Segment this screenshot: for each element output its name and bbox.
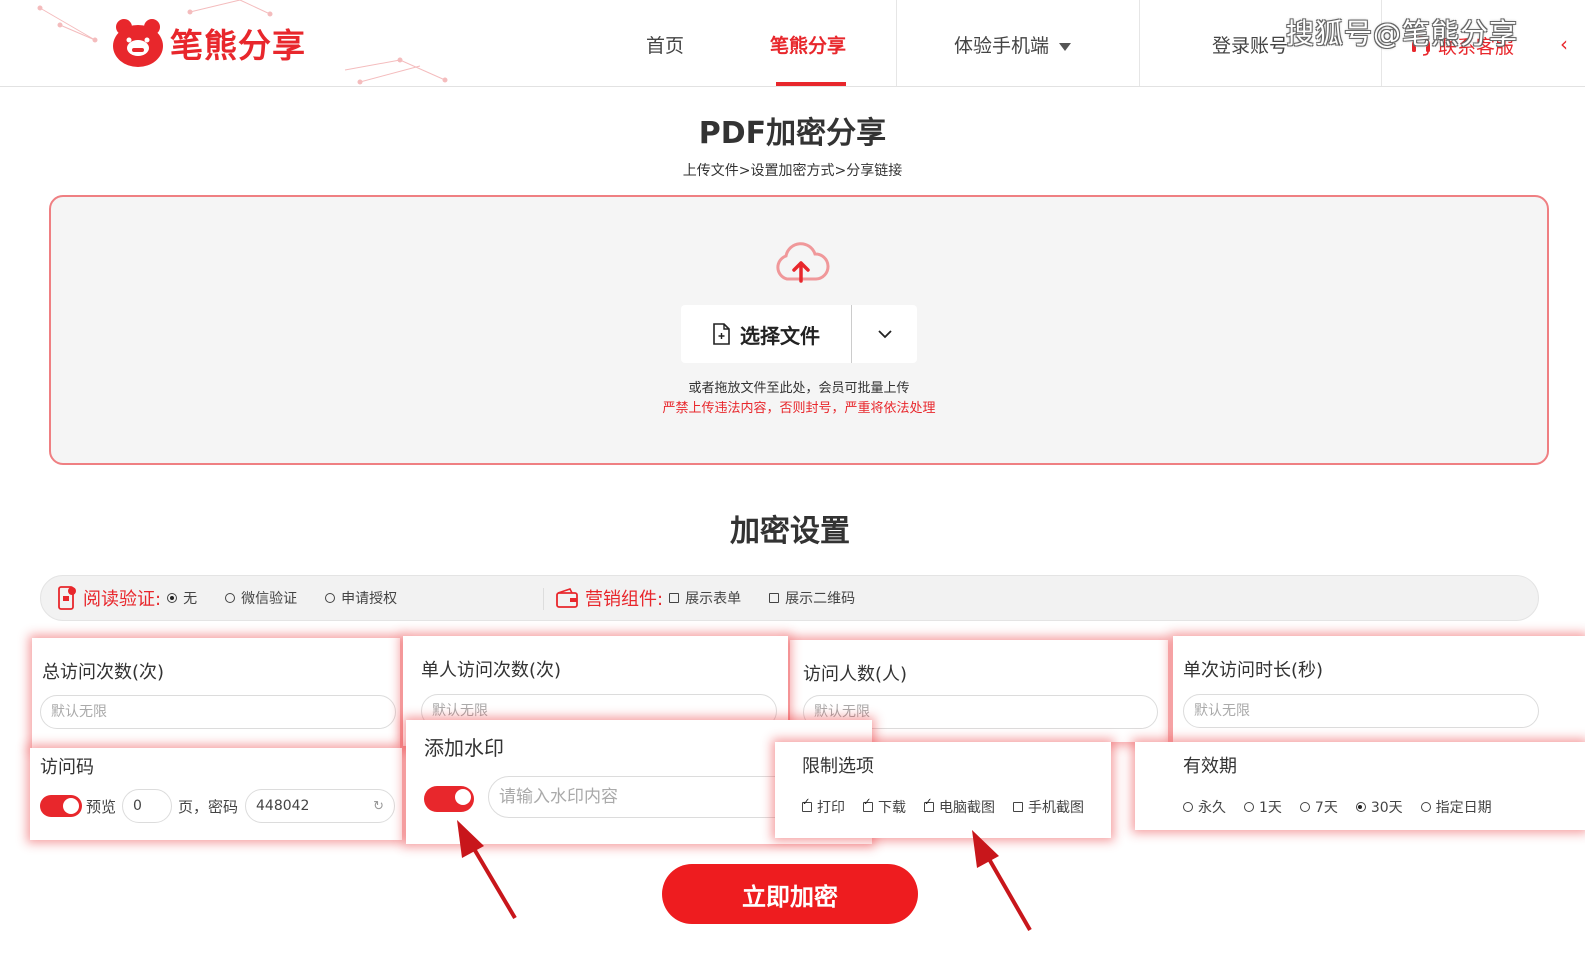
access-code-card: 访问码 预览 0 页， 密码 448042 ↻: [30, 748, 402, 840]
validity-7day-label[interactable]: 7天: [1315, 797, 1338, 817]
validity-forever-label[interactable]: 永久: [1198, 797, 1226, 817]
restrict-mobile-screenshot-label[interactable]: 手机截图: [1028, 797, 1084, 817]
wallet-icon: [556, 588, 578, 608]
upload-hint: 或者拖放文件至此处，会员可批量上传: [688, 381, 910, 396]
validity-1day-label[interactable]: 1天: [1259, 797, 1282, 817]
show-qrcode-label[interactable]: 展示二维码: [785, 588, 855, 608]
select-file-button-group: 选择文件: [681, 305, 917, 363]
upload-source-dropdown[interactable]: [852, 305, 917, 363]
select-file-label: 选择文件: [740, 323, 820, 348]
verify-options-bar: 阅读验证: 无 微信验证 申请授权 营销组件: 展示表单 展示二维码: [40, 575, 1539, 621]
chevron-left-icon[interactable]: ‹: [1560, 32, 1568, 56]
restrict-mobile-screenshot-checkbox[interactable]: [1013, 802, 1023, 812]
validity-30day-label[interactable]: 30天: [1371, 797, 1403, 817]
validity-30day-radio[interactable]: [1355, 802, 1366, 812]
restrict-download-checkbox[interactable]: [863, 797, 873, 812]
password-value: 448042: [256, 798, 310, 814]
validity-forever-radio[interactable]: [1183, 802, 1193, 812]
restrictions-label: 限制选项: [802, 756, 874, 777]
preview-pages-input[interactable]: 0: [122, 789, 172, 823]
verify-none-radio[interactable]: [167, 593, 178, 603]
nav-divider: [896, 0, 897, 86]
validity-label: 有效期: [1183, 756, 1237, 777]
page-title: PDF加密分享: [698, 116, 887, 151]
active-nav-indicator: [776, 82, 846, 86]
restrict-pc-screenshot-checkbox[interactable]: [924, 797, 934, 812]
upload-dropzone[interactable]: 选择文件 或者拖放文件至此处，会员可批量上传 严禁上传违法内容，否则封号，严重将…: [49, 195, 1549, 465]
validity-custom-date-radio[interactable]: [1420, 802, 1431, 812]
verify-authorize-radio[interactable]: [325, 593, 336, 603]
validity-custom-date-label[interactable]: 指定日期: [1436, 797, 1492, 817]
nav-bixiong-share[interactable]: 笔熊分享: [770, 31, 846, 58]
show-form-checkbox[interactable]: [669, 593, 680, 603]
duration-card: 单次访问时长(秒): [1173, 636, 1585, 742]
validity-card: 有效期 永久 1天 7天 30天 指定日期: [1135, 742, 1585, 830]
file-add-icon: [713, 323, 730, 345]
site-logo[interactable]: 笔熊分享: [112, 18, 306, 68]
visitors-label: 访问人数(人): [803, 664, 908, 685]
password-input[interactable]: 448042 ↻: [245, 789, 395, 823]
read-verify-label: 阅读验证:: [83, 589, 162, 610]
show-qrcode-checkbox[interactable]: [769, 593, 780, 603]
total-visits-label: 总访问次数(次): [42, 662, 165, 683]
restrict-print-checkbox[interactable]: [802, 797, 812, 812]
duration-label: 单次访问时长(秒): [1183, 660, 1324, 681]
validity-7day-radio[interactable]: [1299, 802, 1310, 812]
validity-options: 永久 1天 7天 30天 指定日期: [1183, 797, 1492, 817]
bear-logo-icon: [113, 19, 163, 67]
watermark-label: 添加水印: [424, 736, 504, 760]
verify-authorize-label[interactable]: 申请授权: [341, 588, 397, 608]
select-file-button[interactable]: 选择文件: [681, 305, 851, 363]
top-header: 笔熊分享 首页 笔熊分享 体验手机端 登录账号 联系客服 ‹ 搜狐号@笔熊分享: [0, 0, 1585, 87]
nav-mobile-label: 体验手机端: [954, 35, 1050, 57]
show-form-label[interactable]: 展示表单: [685, 588, 741, 608]
restrictions-options: 打印 下载 电脑截图 手机截图: [802, 797, 1084, 817]
preview-toggle[interactable]: [40, 795, 82, 817]
verify-none-label[interactable]: 无: [183, 588, 197, 608]
marketing-label: 营销组件:: [585, 589, 664, 610]
restrict-print-label[interactable]: 打印: [817, 797, 845, 817]
bar-divider: [543, 588, 544, 610]
password-label: 密码: [208, 798, 239, 816]
source-watermark: 搜狐号@笔熊分享: [1286, 17, 1519, 50]
logo-text: 笔熊分享: [170, 26, 306, 65]
encrypt-now-button[interactable]: 立即加密: [662, 864, 918, 924]
page-unit-label: 页，: [178, 798, 209, 816]
nav-mobile-dropdown[interactable]: 体验手机端: [954, 31, 1072, 58]
restrict-pc-screenshot-label[interactable]: 电脑截图: [939, 797, 995, 817]
restrict-download-label[interactable]: 下载: [878, 797, 906, 817]
watermark-toggle[interactable]: [424, 786, 474, 812]
total-visits-input[interactable]: [40, 695, 396, 729]
per-user-visits-label: 单人访问次数(次): [421, 660, 562, 681]
restrictions-card: 限制选项 打印 下载 电脑截图 手机截图: [775, 742, 1111, 838]
refresh-icon[interactable]: ↻: [373, 799, 384, 814]
marketing-group: 营销组件: 展示表单 展示二维码: [555, 585, 855, 611]
step-breadcrumb: 上传文件>设置加密方式>分享链接: [682, 163, 903, 179]
duration-input[interactable]: [1183, 694, 1539, 728]
nav-divider: [1139, 0, 1140, 86]
nav-home[interactable]: 首页: [646, 31, 684, 58]
chevron-down-icon: [877, 330, 892, 339]
settings-title: 加密设置: [730, 514, 850, 549]
validity-1day-radio[interactable]: [1244, 802, 1254, 812]
phone-lock-icon: [58, 586, 76, 610]
caret-down-icon: [1059, 42, 1072, 51]
cloud-upload-icon: [776, 242, 830, 283]
preview-label: 预览: [86, 798, 117, 816]
verify-wechat-label[interactable]: 微信验证: [241, 588, 297, 608]
upload-warning: 严禁上传违法内容，否则封号，严重将依法处理: [662, 401, 936, 416]
access-code-label: 访问码: [40, 757, 94, 778]
total-visits-card: 总访问次数(次): [32, 638, 400, 748]
read-verify-group: 阅读验证: 无 微信验证 申请授权: [57, 585, 397, 611]
nav-login[interactable]: 登录账号: [1212, 31, 1288, 58]
verify-wechat-radio[interactable]: [225, 593, 236, 603]
